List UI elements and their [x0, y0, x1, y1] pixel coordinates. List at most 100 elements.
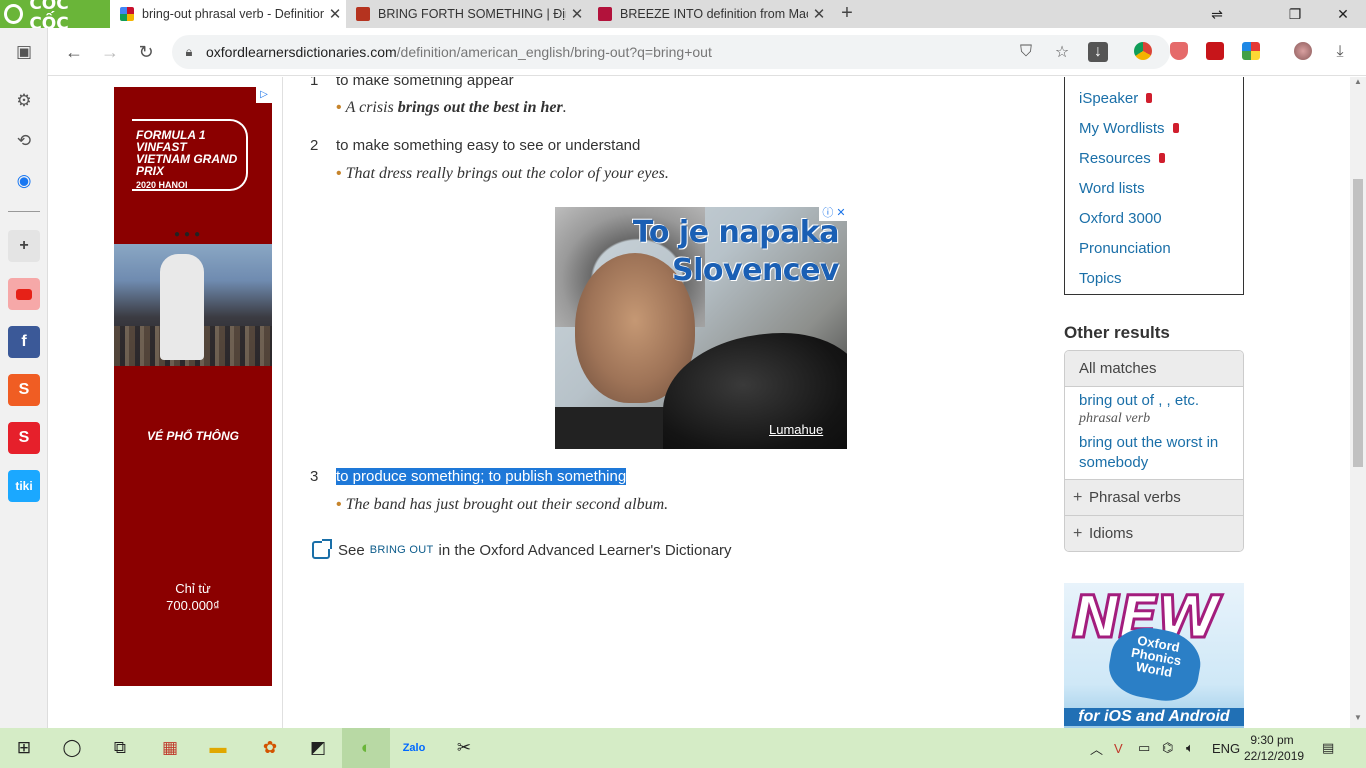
nav-label: Oxford 3000	[1079, 209, 1162, 227]
sense-1: 1 to make something appear	[310, 77, 514, 89]
notification-center-icon[interactable]: ▤	[1322, 728, 1334, 768]
history-icon[interactable]: ⟲	[8, 125, 40, 157]
task-view-icon[interactable]: ⧉	[96, 728, 144, 768]
tab-close-icon[interactable]: ✕	[808, 5, 830, 23]
red-extension-icon[interactable]	[1206, 42, 1224, 60]
adchoices-icon[interactable]: ▷	[256, 87, 272, 103]
tab-bring-forth[interactable]: BRING FORTH SOMETHING | Định ✕	[346, 0, 588, 28]
shopee-icon[interactable]: S	[8, 374, 40, 406]
profile-avatar[interactable]	[1294, 42, 1312, 60]
sendo-icon[interactable]: S	[8, 422, 40, 454]
snipping-tool-icon[interactable]: ✂	[440, 728, 488, 768]
battery-icon[interactable]: ▭	[1138, 728, 1150, 768]
nav-item-my-wordlists[interactable]: My Wordlists	[1065, 113, 1243, 143]
downloads-icon[interactable]: ⤓	[1330, 42, 1350, 62]
sidebar-toggle-icon[interactable]: ▣	[8, 36, 40, 68]
tab-close-icon[interactable]: ✕	[566, 5, 588, 23]
match-item[interactable]: bring out of , , etc. phrasal verb	[1065, 387, 1243, 429]
zalo-icon[interactable]: Zalo	[390, 728, 438, 768]
browser-sidebar: ▣ ⚙ ⟲ ◉ + f S S tiki	[0, 28, 48, 728]
paint-icon[interactable]: ✿	[246, 728, 294, 768]
adblock-shield-icon[interactable]	[1170, 42, 1188, 60]
tab-close-icon[interactable]: ✕	[324, 5, 346, 23]
resources-nav: iSpeaker My Wordlists Resources Word lis…	[1064, 77, 1244, 295]
group-phrasal-verbs[interactable]: + Phrasal verbs	[1065, 479, 1243, 515]
match-item[interactable]: bring out the worst in somebody	[1065, 429, 1243, 479]
scroll-down-icon[interactable]: ▼	[1350, 713, 1366, 727]
shield-icon[interactable]: ⛉	[1016, 42, 1036, 62]
example-text: A crisis	[345, 99, 398, 116]
example-text: That dress really brings out the color o…	[345, 165, 669, 182]
page-scrollbar[interactable]: ▲ ▼	[1350, 77, 1366, 728]
nav-item-word-lists[interactable]: Word lists	[1065, 173, 1243, 203]
ad-brand: Lumahue	[769, 422, 824, 437]
all-matches-header[interactable]: All matches	[1065, 351, 1243, 387]
tab-favicon-icon	[356, 7, 370, 21]
other-results-box: All matches bring out of , , etc. phrasa…	[1064, 350, 1244, 552]
nav-item-resources[interactable]: Resources	[1065, 143, 1243, 173]
bookmark-star-icon[interactable]: ☆	[1052, 42, 1072, 62]
nav-item-pronunciation[interactable]: Pronunciation	[1065, 233, 1243, 263]
unikey-icon[interactable]: V	[1114, 728, 1123, 768]
tab-strip: CỐC CỐC bring-out phrasal verb - Definit…	[0, 0, 1366, 34]
windows-start-icon[interactable]: ⊞	[0, 728, 48, 768]
input-language[interactable]: ENG	[1212, 728, 1240, 768]
tray-overflow-icon[interactable]: ︿	[1090, 728, 1103, 768]
reload-icon[interactable]: ↻	[132, 38, 160, 66]
volume-icon[interactable]: 🔈︎	[1186, 728, 1194, 768]
see-prefix: See	[338, 541, 365, 559]
file-explorer-icon[interactable]: ▬	[194, 728, 242, 768]
nav-item-topics[interactable]: Topics	[1065, 263, 1243, 293]
tab-breeze-into[interactable]: BREEZE INTO definition from Macm ✕	[588, 0, 830, 28]
back-arrow-icon[interactable]: ←	[60, 38, 88, 66]
nav-item-oxford-3000[interactable]: Oxford 3000	[1065, 203, 1243, 233]
sticky-notes-icon[interactable]: ◩	[294, 728, 342, 768]
ms-office-icon[interactable]: ▦	[146, 728, 194, 768]
tab-bring-out[interactable]: bring-out phrasal verb - Definition ✕	[110, 0, 346, 28]
add-app-icon[interactable]: +	[8, 230, 40, 262]
download-box-icon[interactable]: ↓	[1088, 42, 1108, 62]
sidebar-divider	[8, 211, 40, 212]
match-text[interactable]: bring out of , , etc.	[1079, 391, 1229, 411]
scroll-up-icon[interactable]: ▲	[1350, 77, 1366, 91]
driver-photo	[114, 244, 272, 366]
tiki-icon[interactable]: tiki	[8, 470, 40, 502]
content-divider	[282, 77, 283, 728]
tab-title: BREEZE INTO definition from Macm	[620, 7, 808, 21]
sense-definition-selected[interactable]: to produce something; to publish somethi…	[336, 468, 627, 485]
close-window-icon[interactable]: ✕	[1322, 0, 1364, 28]
browser-brand[interactable]: CỐC CỐC	[0, 0, 110, 34]
match-text[interactable]: bring out the worst in somebody	[1079, 433, 1229, 473]
f1-ad-banner[interactable]: ▷ FORMULA 1 VINFAST VIETNAM GRAND PRIX 2…	[114, 87, 272, 686]
new-tab-button[interactable]: +	[836, 2, 858, 24]
youtube-icon[interactable]	[8, 278, 40, 310]
see-oald-line: See bring out in the Oxford Advanced Lea…	[312, 539, 732, 559]
chrome-extension-icon[interactable]	[1134, 42, 1152, 60]
lumahue-ad[interactable]: To je napaka Slovencev Lumahue ⓘ ✕	[555, 207, 847, 449]
ad-close-icon[interactable]: ⓘ ✕	[819, 207, 847, 221]
color-extension-icon[interactable]	[1242, 42, 1260, 60]
nav-label: My Wordlists	[1079, 119, 1165, 137]
oxford-phonics-ad[interactable]: NEW Oxford Phonics World for iOS and And…	[1064, 583, 1244, 728]
tab-search-icon[interactable]: ⇌	[1196, 0, 1238, 28]
example-2: • That dress really brings out the color …	[336, 165, 669, 183]
messenger-icon[interactable]: ◉	[8, 165, 40, 197]
see-suffix: in the Oxford Advanced Learner's Diction…	[438, 541, 732, 559]
page-viewport: ▷ FORMULA 1 VINFAST VIETNAM GRAND PRIX 2…	[48, 77, 1350, 728]
ad-headline-1: To je napaka	[632, 215, 840, 250]
facebook-icon[interactable]: f	[8, 326, 40, 358]
group-idioms[interactable]: + Idioms	[1065, 515, 1243, 551]
system-clock[interactable]: 9:30 pm 22/12/2019	[1244, 732, 1304, 764]
sense-number: 2	[310, 137, 319, 154]
url-host: oxfordlearnersdictionaries.com	[206, 44, 397, 60]
restore-window-icon[interactable]: ❐	[1274, 0, 1316, 28]
settings-gear-icon[interactable]: ⚙	[8, 85, 40, 117]
nav-label: Topics	[1079, 269, 1122, 287]
coccoc-taskbar-icon[interactable]: ◐	[342, 728, 390, 768]
network-icon[interactable]: ⌬	[1162, 728, 1173, 768]
scrollbar-thumb[interactable]	[1353, 179, 1363, 467]
nav-item-ispeaker[interactable]: iSpeaker	[1065, 83, 1243, 113]
see-link[interactable]: bring out	[370, 544, 434, 556]
search-circle-icon[interactable]: ◯	[48, 728, 96, 768]
forward-arrow-icon[interactable]: →	[96, 38, 124, 66]
